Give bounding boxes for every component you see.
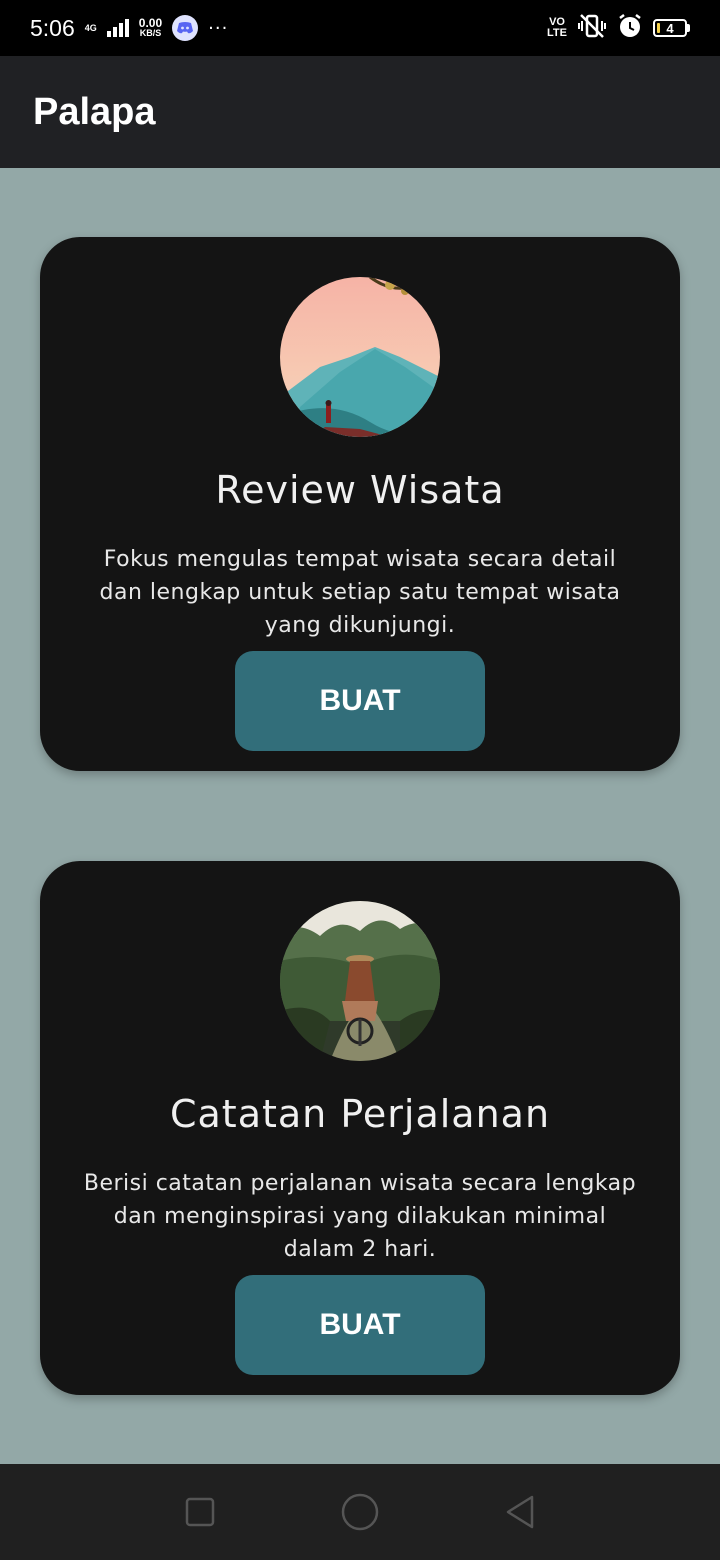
status-time: 5:06 <box>30 14 75 41</box>
network-speed: 0.00 KB/S <box>138 16 163 38</box>
network-type: 4G <box>84 22 97 33</box>
card-title: Review Wisata <box>215 468 505 512</box>
alarm-icon <box>617 13 643 43</box>
signal-icon <box>106 19 129 37</box>
app-title: Palapa <box>33 90 156 133</box>
navigation-bar <box>0 1464 720 1560</box>
status-right: VO LTE 4 <box>547 13 690 43</box>
more-notifications-icon: ··· <box>208 17 229 39</box>
home-icon[interactable] <box>330 1482 390 1542</box>
status-bar: 5:06 4G 0.00 KB/S ··· VO LTE 4 <box>0 0 720 56</box>
buat-review-button[interactable]: BUAT <box>235 651 485 751</box>
speed-unit: KB/S <box>139 28 162 38</box>
volte-bottom: LTE <box>547 27 567 39</box>
card-review-wisata: Review Wisata Fokus mengulas tempat wisa… <box>40 237 680 771</box>
vibrate-icon <box>577 13 607 43</box>
cyclist-field-image <box>280 901 440 1061</box>
battery-icon: 4 <box>653 19 690 37</box>
buat-catatan-button[interactable]: BUAT <box>235 1275 485 1375</box>
card-description: Berisi catatan perjalanan wisata secara … <box>83 1171 637 1262</box>
recents-icon[interactable] <box>170 1482 230 1542</box>
mountain-traveler-image <box>280 277 440 437</box>
app-bar: Palapa <box>0 56 720 168</box>
back-icon[interactable] <box>490 1482 550 1542</box>
battery-level: 4 <box>666 20 674 36</box>
status-left: 5:06 4G 0.00 KB/S ··· <box>30 15 228 42</box>
card-title: Catatan Perjalanan <box>169 1092 551 1136</box>
speed-value: 0.00 <box>138 16 163 30</box>
card-catatan-perjalanan: Catatan Perjalanan Berisi catatan perjal… <box>40 861 680 1395</box>
battery-body: 4 <box>653 19 687 37</box>
volte-indicator: VO LTE <box>547 17 567 39</box>
card-description: Fokus mengulas tempat wisata secara deta… <box>99 547 621 638</box>
discord-icon <box>172 15 199 41</box>
